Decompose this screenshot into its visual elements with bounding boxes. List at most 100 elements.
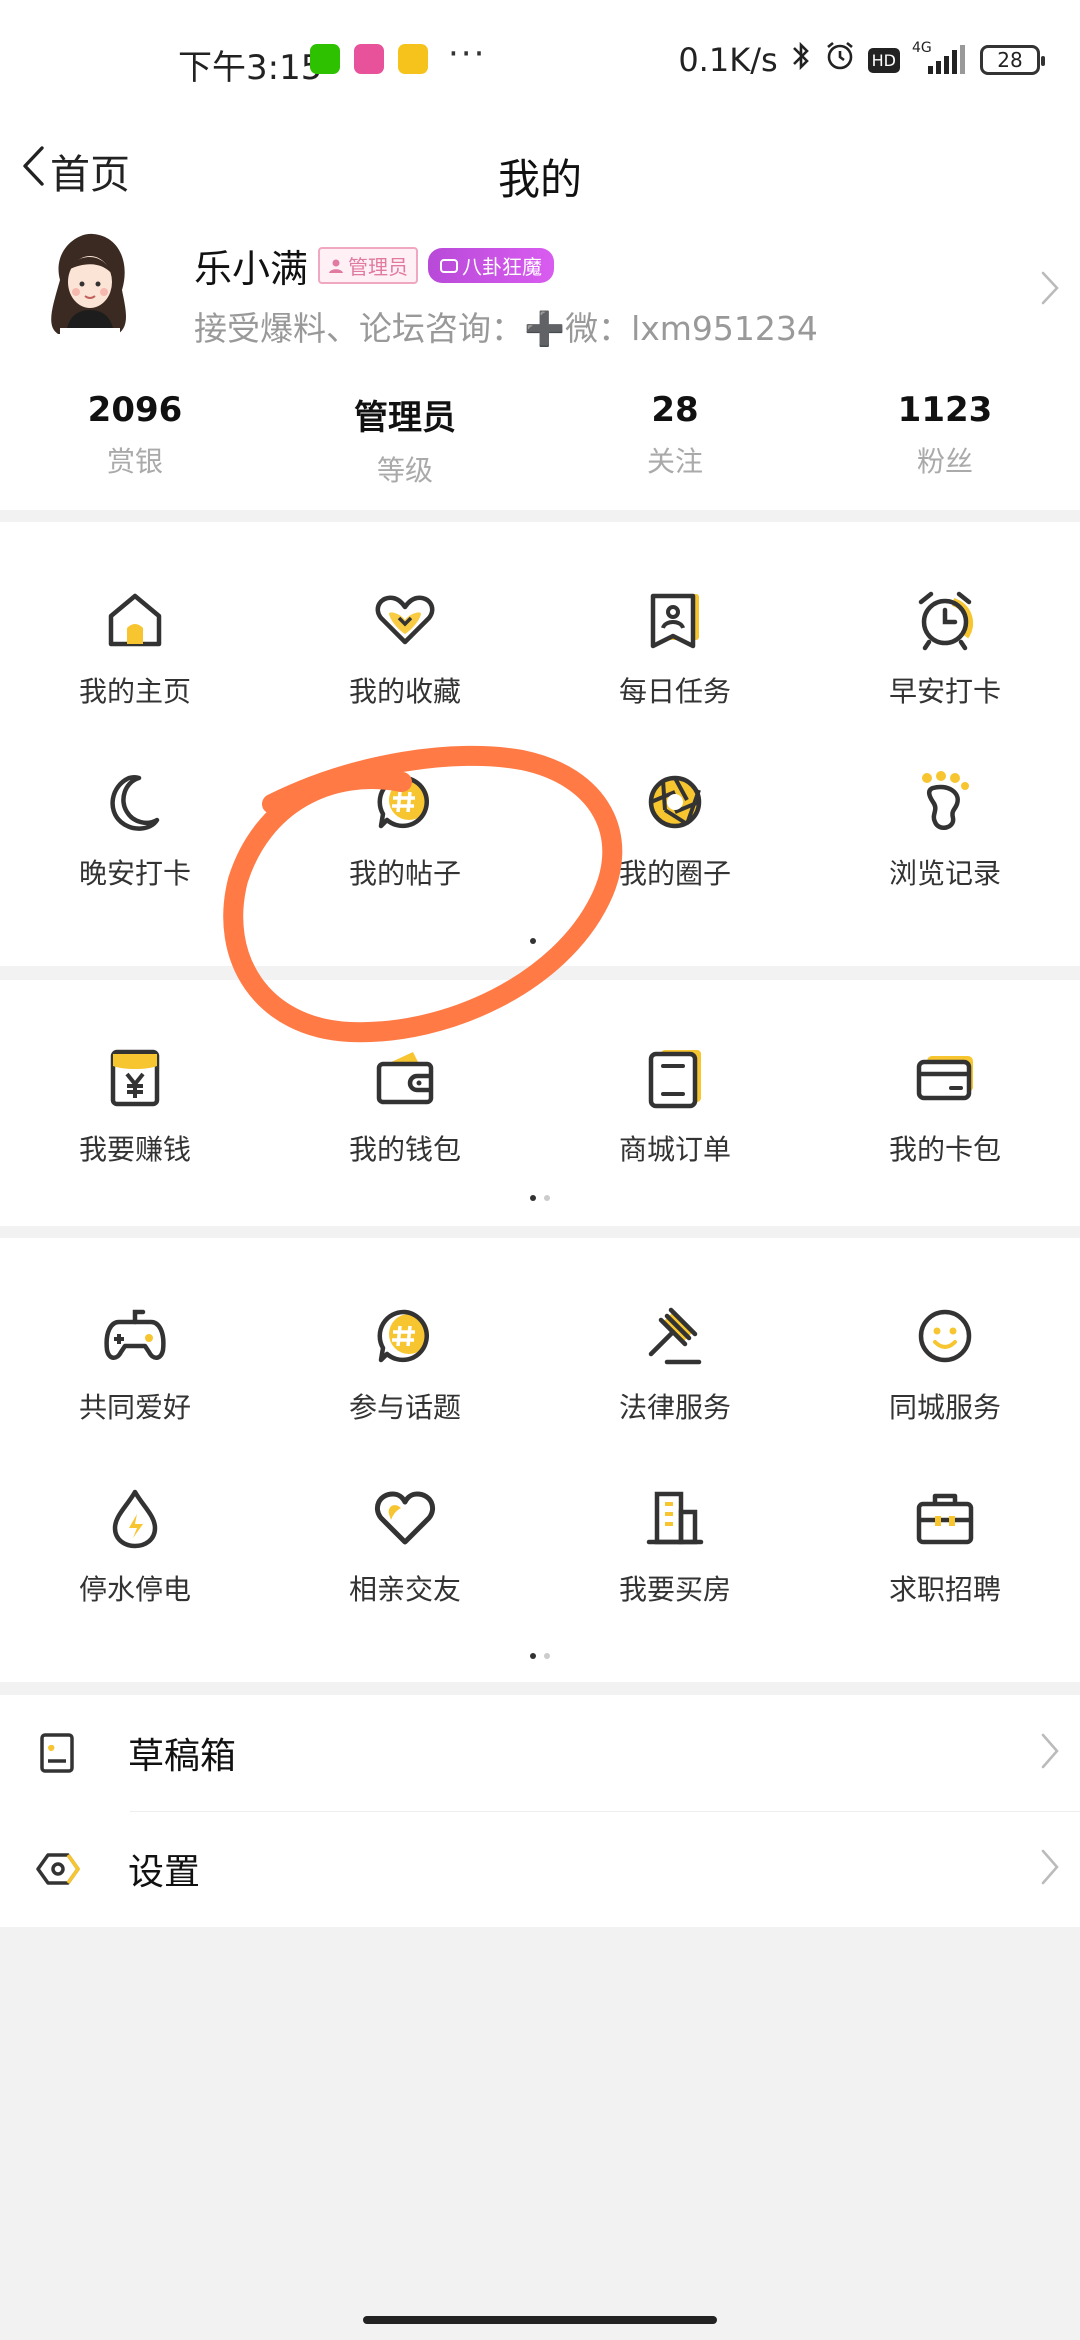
page-indicator <box>0 1653 1080 1659</box>
grid-item-label: 求职招聘 <box>888 1573 1001 1606</box>
wechat-icon <box>310 44 340 74</box>
settings-list: 草稿箱 设置 <box>0 1695 1080 1927</box>
user-bio: 接受爆料、论坛咨询：➕微：lxm951234 <box>194 309 818 348</box>
grid-item-label: 我的钱包 <box>348 1133 461 1166</box>
feature-section-1: 我的主页 我的收藏 每日任务 早安打卡 晚安打卡 我的帖子 我的圈子 浏览记录 <box>0 522 1080 966</box>
grid-item-wallet[interactable]: 我的钱包 <box>270 1042 540 1168</box>
grid-item-label: 法律服务 <box>618 1391 731 1424</box>
grid-item-label: 我的卡包 <box>888 1133 1001 1166</box>
signal-icon: 4G <box>912 40 968 76</box>
smiley-icon <box>909 1300 981 1372</box>
chevron-right-icon[interactable] <box>1040 270 1060 310</box>
stat-reward[interactable]: 2096 赏银 <box>0 390 270 489</box>
page-indicator <box>0 1195 1080 1201</box>
grid-item-label: 每日任务 <box>618 675 731 708</box>
settings-item[interactable]: 设置 <box>0 1811 1080 1927</box>
grid-item-history[interactable]: 浏览记录 <box>810 766 1080 892</box>
grid-item-label: 早安打卡 <box>888 675 1001 708</box>
profile-card[interactable]: 乐小满 管理员 八卦狂魔 接受爆料、论坛咨询：➕微：lxm951234 2096… <box>0 230 1080 510</box>
battery-icon: 28 <box>980 45 1045 75</box>
briefcase-icon <box>909 1482 981 1554</box>
page-dot <box>544 1653 550 1659</box>
gossip-badge-label: 八卦狂魔 <box>462 255 543 279</box>
heart-favorite-icon <box>369 584 441 656</box>
page-indicator <box>0 938 1080 944</box>
card-icon <box>909 1042 981 1114</box>
chevron-right-icon <box>1040 1731 1060 1775</box>
status-time: 下午3:15 <box>178 48 323 88</box>
grid-item-legal-services[interactable]: 法律服务 <box>540 1300 810 1426</box>
alarm-clock-icon <box>909 584 981 656</box>
settings-label: 设置 <box>128 1852 201 1893</box>
stat-value: 管理员 <box>354 398 456 438</box>
drafts-item[interactable]: 草稿箱 <box>0 1695 1080 1811</box>
stat-label: 赏银 <box>106 445 163 478</box>
page-title: 我的 <box>497 155 582 204</box>
nav-bar: 首页 我的 <box>0 120 1080 230</box>
home-indicator[interactable] <box>363 2316 717 2324</box>
avatar[interactable] <box>38 230 138 342</box>
grid-item-buy-house[interactable]: 我要买房 <box>540 1482 810 1608</box>
grid-item-label: 我的主页 <box>78 675 191 708</box>
app-notification-icon-2 <box>398 44 428 74</box>
order-tablet-icon <box>639 1042 711 1114</box>
admin-badge-label: 管理员 <box>348 255 409 279</box>
grid-item-jobs[interactable]: 求职招聘 <box>810 1482 1080 1608</box>
moon-icon <box>99 766 171 838</box>
stat-label: 粉丝 <box>916 445 973 478</box>
admin-badge: 管理员 <box>318 247 419 284</box>
net-speed: 0.1K/s <box>678 41 778 79</box>
grid-item-favorites[interactable]: 我的收藏 <box>270 584 540 710</box>
grid-item-label: 晚安打卡 <box>78 857 191 890</box>
task-bookmark-icon <box>639 584 711 656</box>
bluetooth-icon <box>790 40 812 80</box>
home-icon <box>99 584 171 656</box>
grid-item-hobbies[interactable]: 共同爱好 <box>0 1300 270 1426</box>
feature-section-3: 共同爱好 参与话题 法律服务 同城服务 停水停电 相亲交友 我要买房 求职招聘 <box>0 1238 1080 1682</box>
tv-icon <box>440 258 459 273</box>
topic-hashtag-icon <box>369 1300 441 1372</box>
stat-following[interactable]: 28 关注 <box>540 390 810 489</box>
status-notification-icons <box>310 44 428 74</box>
stat-label: 关注 <box>646 445 703 478</box>
building-icon <box>639 1482 711 1554</box>
page-dot <box>544 938 550 944</box>
draft-box-icon <box>36 1731 80 1775</box>
grid-item-label: 浏览记录 <box>888 857 1001 890</box>
grid-item-earn-money[interactable]: 我要赚钱 <box>0 1042 270 1168</box>
footprint-icon <box>909 766 981 838</box>
grid-item-my-circles[interactable]: 我的圈子 <box>540 766 810 892</box>
grid-item-label: 我的帖子 <box>348 857 461 890</box>
alarm-icon <box>824 40 856 80</box>
grid-item-my-home[interactable]: 我的主页 <box>0 584 270 710</box>
user-name: 乐小满 <box>194 247 309 291</box>
grid-item-label: 我的圈子 <box>618 857 731 890</box>
page-dot-active <box>530 1653 536 1659</box>
grid-item-my-posts[interactable]: 我的帖子 <box>270 766 540 892</box>
grid-item-mall-orders[interactable]: 商城订单 <box>540 1042 810 1168</box>
stat-level[interactable]: 管理员 等级 <box>270 390 540 489</box>
grid-item-label: 我要买房 <box>618 1573 731 1606</box>
grid-item-night-checkin[interactable]: 晚安打卡 <box>0 766 270 892</box>
grid-item-label: 同城服务 <box>888 1391 1001 1424</box>
grid-item-local-services[interactable]: 同城服务 <box>810 1300 1080 1426</box>
grid-item-label: 共同爱好 <box>78 1391 191 1424</box>
stat-value: 1123 <box>897 390 993 430</box>
stat-value: 2096 <box>87 390 183 430</box>
wallet-icon <box>369 1042 441 1114</box>
grid-item-utility-outage[interactable]: 停水停电 <box>0 1482 270 1608</box>
grid-item-label: 商城订单 <box>618 1133 731 1166</box>
grid-item-dating[interactable]: 相亲交友 <box>270 1482 540 1608</box>
grid-item-daily-tasks[interactable]: 每日任务 <box>540 584 810 710</box>
grid-item-label: 我要赚钱 <box>78 1133 191 1166</box>
chevron-right-icon <box>1040 1847 1060 1891</box>
grid-item-label: 停水停电 <box>78 1573 191 1606</box>
grid-item-topics[interactable]: 参与话题 <box>270 1300 540 1426</box>
feature-section-2: 我要赚钱 我的钱包 商城订单 我的卡包 <box>0 980 1080 1226</box>
grid-item-label: 我的收藏 <box>348 675 461 708</box>
more-notifications-icon: ··· <box>448 34 487 74</box>
page-dot-active <box>530 938 536 944</box>
stat-followers[interactable]: 1123 粉丝 <box>810 390 1080 489</box>
grid-item-morning-checkin[interactable]: 早安打卡 <box>810 584 1080 710</box>
grid-item-card-pack[interactable]: 我的卡包 <box>810 1042 1080 1168</box>
